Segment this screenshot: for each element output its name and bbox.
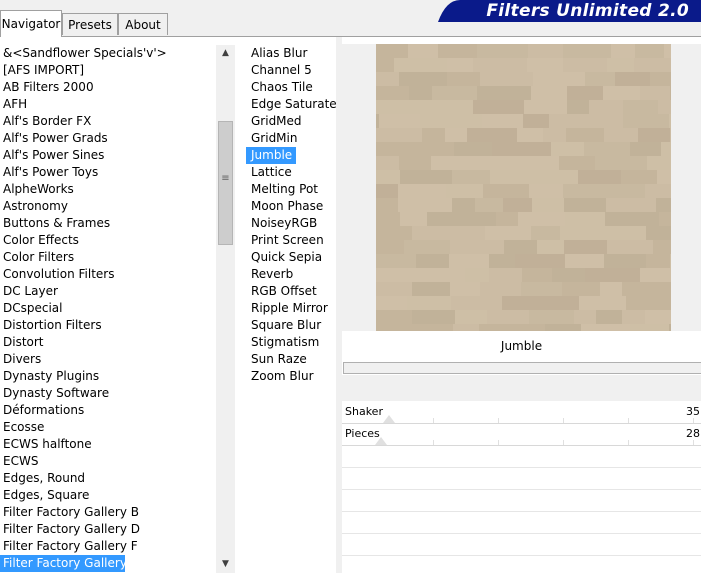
parameter-value: 28 [686,427,700,440]
category-item[interactable]: Color Effects [0,232,216,249]
category-item[interactable]: Astronomy [0,198,216,215]
parameter-slider-track[interactable] [342,445,701,446]
category-list[interactable]: &<Sandflower Specials'v'> [AFS IMPORT] AB … [0,45,216,573]
category-item[interactable]: [AFS IMPORT] [0,62,216,79]
filter-item[interactable]: Melting Pot [246,181,335,198]
filter-item[interactable]: Alias Blur [246,45,335,62]
filter-item[interactable]: Square Blur [246,317,335,334]
brand-title: Filters Unlimited 2.0 [486,1,689,21]
tab-navigator[interactable]: Navigator [0,10,62,37]
category-item[interactable]: Color Filters [0,249,216,266]
category-item[interactable]: AB Filters 2000 [0,79,216,96]
filter-item[interactable]: Print Screen [246,232,335,249]
parameter-slider-track[interactable] [342,423,701,424]
category-item[interactable]: Filter Factory Gallery D [0,521,216,538]
category-item[interactable]: Convolution Filters [0,266,216,283]
category-item[interactable]: Ecosse [0,419,216,436]
category-item[interactable]: Alf's Power Sines [0,147,216,164]
category-item[interactable]: Alf's Border FX [0,113,216,130]
category-item[interactable]: Distortion Filters [0,317,216,334]
control-band [342,375,701,401]
filter-item[interactable]: NoiseyRGB [246,215,335,232]
category-item[interactable]: Buttons & Frames [0,215,216,232]
category-item[interactable]: Edges, Square [0,487,216,504]
filter-item[interactable]: Channel 5 [246,62,335,79]
filter-item[interactable]: Moon Phase [246,198,335,215]
preview-image [376,44,671,331]
category-item[interactable]: Alf's Power Grads [0,130,216,147]
progress-bar [343,362,701,374]
filter-item[interactable]: Zoom Blur [246,368,335,385]
parameter-slider-thumb[interactable] [383,415,395,423]
category-item[interactable]: DC Layer [0,283,216,300]
category-item[interactable]: ECWS [0,453,216,470]
filter-item[interactable]: Stigmatism [246,334,335,351]
category-item[interactable]: Divers [0,351,216,368]
filter-item[interactable]: Reverb [246,266,335,283]
parameter-row[interactable]: Pieces 28 [342,425,701,447]
category-item[interactable]: &<Sandflower Specials'v'> [0,45,216,62]
category-item[interactable]: Distort [0,334,216,351]
filter-item[interactable]: Lattice [246,164,335,181]
tab-presets[interactable]: Presets [62,13,118,35]
tab-about[interactable]: About [118,13,168,35]
scroll-grip-icon: ≡ [221,173,230,184]
empty-parameter-row [342,467,701,468]
empty-parameter-row [342,511,701,512]
empty-parameter-row [342,555,701,556]
filter-list[interactable]: Alias Blur Channel 5 Chaos Tile Edge Satura… [243,45,337,405]
parameter-panel: Shaker 35 Pieces 28 [342,401,701,573]
empty-parameter-row [342,533,701,534]
category-item[interactable]: Filter Factory Gallery B [0,504,216,521]
filter-item[interactable]: Quick Sepia [246,249,335,266]
filter-item[interactable]: Edge Saturate [246,96,337,113]
filter-item[interactable]: Sun Raze [246,351,335,368]
scroll-up-arrow-icon[interactable]: ▲ [216,45,235,62]
category-item[interactable]: Déformations [0,402,216,419]
category-item[interactable]: Edges, Round [0,470,216,487]
scroll-thumb[interactable]: ≡ [218,121,233,245]
main-panel: &<Sandflower Specials'v'> [AFS IMPORT] AB … [0,37,701,573]
filter-item[interactable]: Ripple Mirror [246,300,335,317]
category-item[interactable]: Dynasty Plugins [0,368,216,385]
category-item[interactable]: AFH [0,96,216,113]
filter-item[interactable]: GridMed [246,113,335,130]
category-item[interactable]: Filter Factory Gallery H [0,555,140,572]
category-item[interactable]: Alf's Power Toys [0,164,216,181]
scroll-down-arrow-icon[interactable]: ▼ [216,556,235,573]
empty-parameter-row [342,489,701,490]
parameter-value: 35 [686,405,700,418]
filter-item[interactable]: GridMin [246,130,335,147]
parameter-row[interactable]: Shaker 35 [342,403,701,425]
parameter-slider-thumb[interactable] [375,437,387,445]
filter-item[interactable]: Jumble [246,147,296,164]
category-item[interactable]: Filter Factory Gallery F [0,538,216,555]
category-item[interactable]: ECWS halftone [0,436,216,453]
tab-underline [0,36,701,37]
category-scrollbar[interactable]: ▲ ≡ ▼ [216,45,235,573]
category-item[interactable]: Dynasty Software [0,385,216,402]
filter-item[interactable]: RGB Offset [246,283,335,300]
category-item[interactable]: AlpheWorks [0,181,216,198]
filter-item[interactable]: Chaos Tile [246,79,335,96]
brand-banner: Filters Unlimited 2.0 [438,0,701,22]
preview-area [342,44,701,331]
category-item[interactable]: DCspecial [0,300,216,317]
current-filter-name: Jumble [500,339,543,353]
parameter-label: Shaker [345,405,383,418]
